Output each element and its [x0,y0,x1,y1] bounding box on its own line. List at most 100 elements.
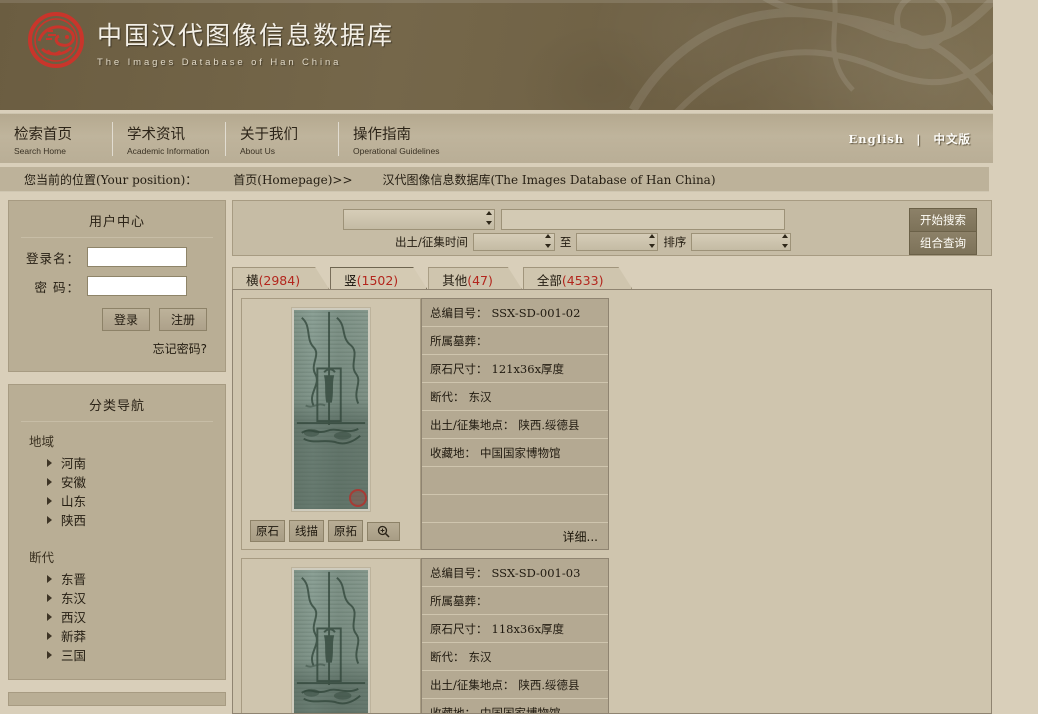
field-label: 所属墓葬： [430,593,488,609]
field-value: 东汉 [469,649,492,665]
result-image-panel: 原石 线描 原拓 [241,298,421,550]
breadcrumb-label: 您当前的位置(Your position)： [24,171,197,188]
nav-label-cn: 关于我们 [226,123,339,144]
start-search-button[interactable]: 开始搜索 [909,208,977,232]
orientation-tabs: 横(2984) 竖(1502) 其他(47) 全部(4533) [232,265,992,289]
bullet-arrow-icon [47,516,52,524]
register-button[interactable]: 注册 [159,308,207,331]
field-catalog-no: 总编目号： SSX-SD-001-02 [422,299,608,327]
tab-label: 横 [246,273,259,288]
field-label: 断代： [430,389,465,405]
breadcrumb-home-link[interactable]: 首页(Homepage)>> [233,171,352,188]
password-input[interactable] [87,276,187,296]
sort-label: 排序 [663,234,686,250]
category-item-anhui[interactable]: 安徽 [47,473,213,490]
nav-item-search-home[interactable]: 检索首页 Search Home [0,114,113,163]
results-grid: 原石 线描 原拓 总编目号： SSX-SD-001-02 所属墓葬： [232,289,992,714]
tab-horizontal[interactable]: 横(2984) [232,267,329,289]
category-item-shandong[interactable]: 山东 [47,492,213,509]
category-item-xin-mang[interactable]: 新莽 [47,627,213,644]
search-keyword-input[interactable] [501,209,785,230]
date-from-select[interactable] [473,233,555,251]
field-value: 东汉 [469,389,492,405]
nav-item-operational-guidelines[interactable]: 操作指南 Operational Guidelines [339,114,452,163]
login-name-label: 登录名： [21,248,87,267]
field-label: 原石尺寸： [430,621,488,637]
detail-link-row[interactable]: 详细... [422,523,608,549]
category-item-label: 西汉 [61,607,86,626]
magnify-icon [377,525,390,538]
login-name-input[interactable] [87,247,187,267]
field-label: 总编目号： [430,305,488,321]
bullet-arrow-icon [47,594,52,602]
tab-count: (1502) [357,273,399,288]
tab-other[interactable]: 其他(47) [428,267,522,289]
field-collection: 收藏地： 中国国家博物馆 [422,439,608,467]
bullet-arrow-icon [47,613,52,621]
password-row: 密 码： [21,276,213,296]
category-nav-panel: 分类导航 地域 河南 安徽 山东 陕西 断代 东晋 [8,384,226,680]
banner-dragon-pattern-icon [623,0,993,110]
field-label: 收藏地： [430,445,476,461]
view-original-stone-button[interactable]: 原石 [250,520,285,542]
combined-query-button[interactable]: 组合查询 [909,231,977,255]
tab-label: 竖 [344,273,357,288]
field-stone-size: 原石尺寸： 118x36x厚度 [422,615,608,643]
tab-all[interactable]: 全部(4533) [523,267,633,289]
detail-link: 详细... [563,528,598,545]
field-tomb: 所属墓葬： [422,587,608,615]
sort-select[interactable] [691,233,791,251]
field-site: 出土/征集地点： 陕西.绥德县 [422,671,608,699]
tab-vertical[interactable]: 竖(1502) [330,267,427,289]
field-label: 原石尺寸： [430,361,488,377]
category-item-three-kingdoms[interactable]: 三国 [47,646,213,663]
nav-label-en: Search Home [0,146,113,156]
category-item-henan[interactable]: 河南 [47,454,213,471]
stone-rubbing-thumbnail[interactable] [291,307,371,512]
language-switcher: English | 中文版 [849,131,971,147]
tab-label: 全部 [537,273,562,288]
field-value: 121x36x厚度 [492,361,565,377]
category-item-label: 三国 [61,645,86,664]
nav-item-academic-information[interactable]: 学术资讯 Academic Information [113,114,226,163]
category-item-shaanxi[interactable]: 陕西 [47,511,213,528]
nav-item-about-us[interactable]: 关于我们 About Us [226,114,339,163]
field-value: SSX-SD-001-03 [492,566,581,580]
rubbing-carving-pattern-icon [292,308,370,508]
category-nav-title: 分类导航 [21,395,213,422]
login-button[interactable]: 登录 [102,308,150,331]
nav-items: 检索首页 Search Home 学术资讯 Academic Informati… [0,114,452,163]
lang-link-chinese[interactable]: 中文版 [934,132,972,146]
view-line-drawing-button[interactable]: 线描 [289,520,324,542]
sort-select-wrap [691,232,791,251]
category-item-label: 陕西 [61,510,86,529]
category-group-region-label: 地域 [29,431,213,450]
search-row-secondary: 出土/征集时间 至 排序 [395,232,791,251]
sidebar: 用户中心 登录名： 密 码： 登录 注册 忘记密码? 分类导航 地域 河南 [8,200,226,706]
category-item-label: 新莽 [61,626,86,645]
forgot-password-link[interactable]: 忘记密码? [21,340,207,357]
field-label: 所属墓葬： [430,333,488,349]
category-item-western-han[interactable]: 西汉 [47,608,213,625]
magnify-button[interactable] [367,522,400,541]
site-banner: 中国汉代图像信息数据库 The Images Database of Han C… [0,0,993,110]
lang-link-english[interactable]: English [849,132,905,146]
main-navbar: 检索首页 Search Home 学术资讯 Academic Informati… [0,113,993,163]
field-collection: 收藏地： 中国国家博物馆 [422,699,608,714]
category-item-label: 东晋 [61,569,86,588]
category-item-label: 山东 [61,491,86,510]
search-row-primary [343,209,785,230]
category-group-spacer [21,530,213,543]
nav-label-en: Academic Information [113,146,226,156]
category-item-eastern-jin[interactable]: 东晋 [47,570,213,587]
search-field-select[interactable] [343,209,495,230]
view-rubbing-button[interactable]: 原拓 [328,520,363,542]
category-item-eastern-han[interactable]: 东汉 [47,589,213,606]
date-to-select[interactable] [576,233,658,251]
result-card: 原石 线描 原拓 总编目号： SSX-SD-001-03 所属墓葬： [241,558,609,714]
breadcrumb: 您当前的位置(Your position)： 首页(Homepage)>> 汉代… [0,167,989,192]
stone-rubbing-thumbnail[interactable] [291,567,371,714]
breadcrumb-current: 汉代图像信息数据库(The Images Database of Han Chi… [383,171,716,188]
category-item-label: 河南 [61,453,86,472]
bullet-arrow-icon [47,575,52,583]
